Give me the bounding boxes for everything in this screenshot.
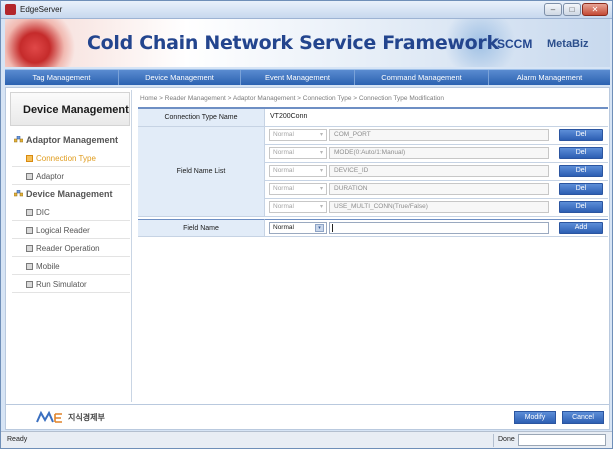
folder-tree-icon xyxy=(14,136,23,143)
folder-tree-icon xyxy=(14,190,23,197)
field-name-input[interactable]: DEVICE_ID xyxy=(329,165,549,177)
sidebar-title: Device Management xyxy=(23,104,129,116)
square-bullet-icon xyxy=(26,173,33,180)
sidebar-header: Device Management xyxy=(10,92,130,126)
square-bullet-icon xyxy=(26,155,33,162)
status-done-text: Done xyxy=(498,436,515,443)
square-bullet-icon xyxy=(26,227,33,234)
delete-field-button[interactable]: Del xyxy=(559,201,603,213)
new-field-name-input[interactable] xyxy=(329,222,549,234)
field-row: Normal ▾ COM_PORT Del xyxy=(265,127,608,145)
menu-command-management[interactable]: Command Management xyxy=(355,70,489,85)
chevron-down-icon: ▾ xyxy=(319,204,323,210)
delete-field-button[interactable]: Del xyxy=(559,165,603,177)
new-field-type-select[interactable]: Normal ▾ xyxy=(269,222,327,234)
sidebar-item-label: DIC xyxy=(36,208,50,217)
delete-field-button[interactable]: Del xyxy=(559,129,603,141)
chevron-down-icon: ▾ xyxy=(319,168,323,174)
sidebar-item-label: Run Simulator xyxy=(36,280,87,289)
field-name-input[interactable]: MODE(0:Auto/1:Manual) xyxy=(329,147,549,159)
field-type-select[interactable]: Normal ▾ xyxy=(269,183,327,195)
sidebar-group-label: Adaptor Management xyxy=(26,135,119,145)
field-row: Normal ▾ MODE(0:Auto/1:Manual) Del xyxy=(265,145,608,163)
content-area: Device Management Adaptor Management Con… xyxy=(5,87,610,405)
chevron-down-icon: ▾ xyxy=(319,150,323,156)
connection-type-form: Connection Type Name VT200Conn Field Nam… xyxy=(138,107,608,237)
field-name-list-label: Field Name List xyxy=(138,127,265,217)
chevron-down-icon: ▾ xyxy=(319,132,323,138)
delete-field-button[interactable]: Del xyxy=(559,183,603,195)
field-type-select[interactable]: Normal ▾ xyxy=(269,165,327,177)
sidebar-item-label: Mobile xyxy=(36,262,60,271)
app-icon xyxy=(5,4,16,15)
connection-type-name-cell: VT200Conn xyxy=(265,109,608,127)
status-separator xyxy=(493,434,494,447)
close-button[interactable]: ✕ xyxy=(582,3,608,16)
square-bullet-icon xyxy=(26,281,33,288)
field-name-input[interactable]: USE_MULTI_CONN(True/False) xyxy=(329,201,549,213)
field-name-label: Field Name xyxy=(138,219,265,237)
banner-decoration-image xyxy=(5,19,80,67)
main-menu: Tag Management Device Management Event M… xyxy=(5,69,610,85)
title-bar: EdgeServer – □ ✕ xyxy=(1,1,612,19)
sidebar-item-label: Reader Operation xyxy=(36,244,100,253)
breadcrumb: Home > Reader Management > Adaptor Manag… xyxy=(140,95,445,102)
app-window: EdgeServer – □ ✕ Cold Chain Network Serv… xyxy=(0,0,613,449)
header-banner: Cold Chain Network Service Framework SCC… xyxy=(5,19,610,67)
progress-box xyxy=(518,434,606,446)
chevron-down-icon: ▾ xyxy=(319,186,323,192)
delete-field-button[interactable]: Del xyxy=(559,147,603,159)
square-bullet-icon xyxy=(26,263,33,270)
square-bullet-icon xyxy=(26,209,33,216)
field-type-select[interactable]: Normal ▾ xyxy=(269,201,327,213)
status-text: Ready xyxy=(7,436,28,443)
sidebar-item-reader-operation[interactable]: Reader Operation xyxy=(12,240,130,257)
field-row: Normal ▾ DEVICE_ID Del xyxy=(265,163,608,181)
sidebar-item-logical-reader[interactable]: Logical Reader xyxy=(12,222,130,239)
field-row: Normal ▾ DURATION Del xyxy=(265,181,608,199)
connection-type-name-label: Connection Type Name xyxy=(138,109,265,127)
main-panel: Home > Reader Management > Adaptor Manag… xyxy=(136,90,608,402)
new-field-row: Normal ▾ Add xyxy=(265,219,608,237)
menu-event-management[interactable]: Event Management xyxy=(241,70,355,85)
status-bar: Ready Done xyxy=(1,431,612,448)
field-name-input[interactable]: DURATION xyxy=(329,183,549,195)
sidebar-item-label: Adaptor xyxy=(36,172,65,181)
sidebar-item-label: Logical Reader xyxy=(36,226,90,235)
text-cursor xyxy=(332,224,333,232)
banner-title: Cold Chain Network Service Framework xyxy=(87,32,499,54)
field-row: Normal ▾ USE_MULTI_CONN(True/False) Del xyxy=(265,199,608,217)
sidebar-item-mobile[interactable]: Mobile xyxy=(12,258,130,275)
sidebar-item-adaptor[interactable]: Adaptor xyxy=(12,168,130,185)
maximize-button[interactable]: □ xyxy=(563,3,581,16)
footer: 지식경제부 Modify Cancel xyxy=(5,405,610,430)
field-name-input[interactable]: COM_PORT xyxy=(329,129,549,141)
field-type-select[interactable]: Normal ▾ xyxy=(269,147,327,159)
field-type-select[interactable]: Normal ▾ xyxy=(269,129,327,141)
sidebar: Device Management Adaptor Management Con… xyxy=(8,90,132,402)
sidebar-group-device-management[interactable]: Device Management xyxy=(12,186,130,202)
sidebar-item-run-simulator[interactable]: Run Simulator xyxy=(12,276,130,293)
modify-button[interactable]: Modify xyxy=(514,411,556,424)
cancel-button[interactable]: Cancel xyxy=(562,411,604,424)
sidebar-group-label: Device Management xyxy=(26,189,113,199)
sidebar-item-label: Connection Type xyxy=(36,154,96,163)
connection-type-name-value: VT200Conn xyxy=(270,113,308,120)
sidebar-item-dic[interactable]: DIC xyxy=(12,204,130,221)
sidebar-item-connection-type[interactable]: Connection Type xyxy=(12,150,130,167)
menu-alarm-management[interactable]: Alarm Management xyxy=(489,70,610,85)
sccm-logo: SCCM xyxy=(497,37,533,51)
menu-device-management[interactable]: Device Management xyxy=(119,70,241,85)
sidebar-group-adaptor-management[interactable]: Adaptor Management xyxy=(12,132,130,148)
square-bullet-icon xyxy=(26,245,33,252)
window-title: EdgeServer xyxy=(20,5,63,14)
minimize-button[interactable]: – xyxy=(544,3,562,16)
menu-tag-management[interactable]: Tag Management xyxy=(5,70,119,85)
chevron-down-icon: ▾ xyxy=(315,224,324,232)
ministry-logo-text: 지식경제부 xyxy=(68,413,105,422)
metabiz-logo: MetaBiz xyxy=(547,38,589,50)
mke-logo xyxy=(36,410,62,423)
add-field-button[interactable]: Add xyxy=(559,222,603,234)
